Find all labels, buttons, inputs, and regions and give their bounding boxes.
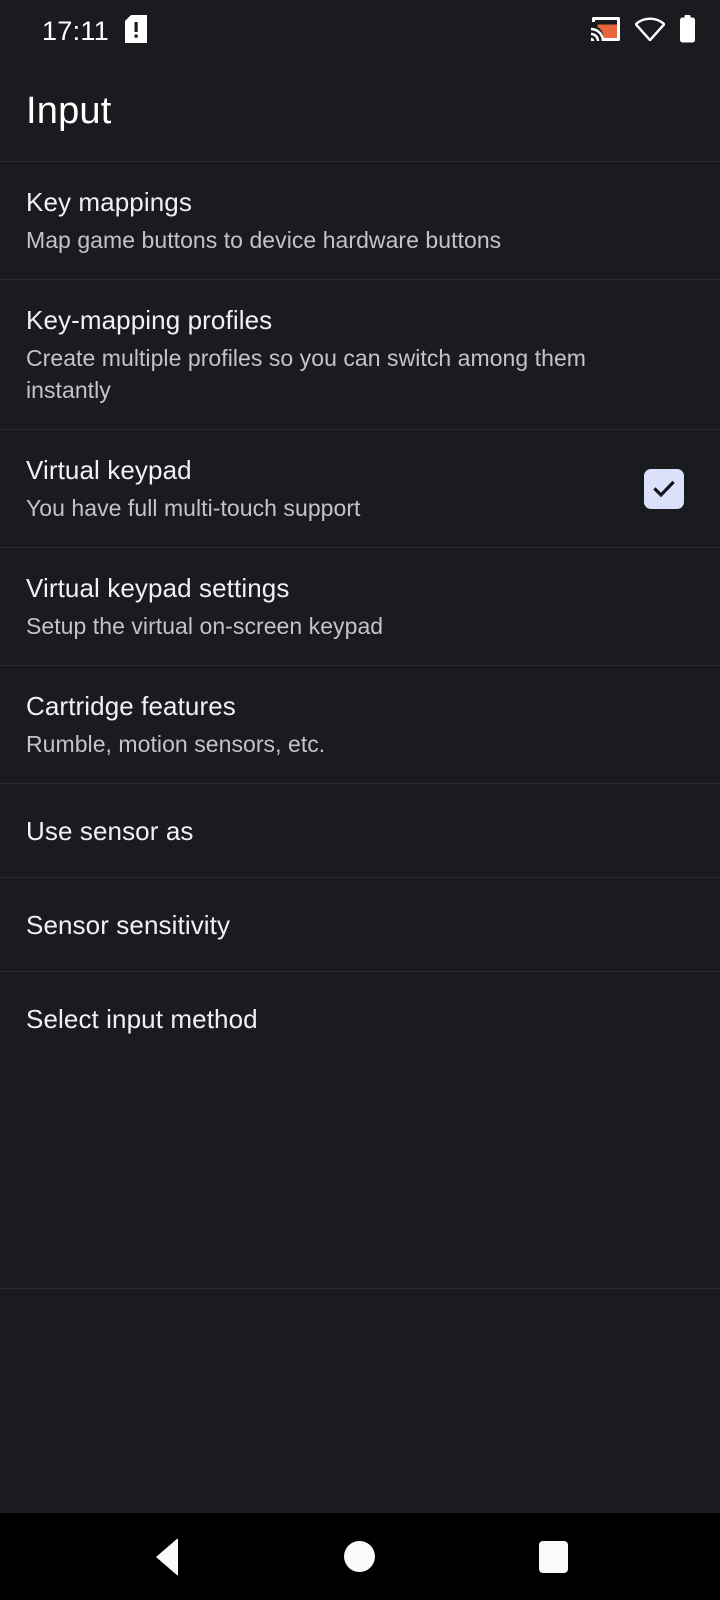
nav-back-button[interactable]	[119, 1513, 215, 1600]
list-item-text: Key mappings Map game buttons to device h…	[26, 186, 646, 257]
list-item[interactable]: Sensor sensitivity	[0, 876, 720, 971]
recents-square-icon	[538, 1540, 568, 1573]
list-item[interactable]: Use sensor as	[0, 782, 720, 877]
list-item-text: Use sensor as	[26, 815, 646, 848]
nav-home-button[interactable]	[312, 1513, 408, 1600]
settings-list: Key mappings Map game buttons to device h…	[0, 161, 720, 1289]
status-bar-left: 17:11	[42, 14, 148, 48]
sim-card-alert-icon	[125, 14, 148, 48]
list-item-title: Cartridge features	[26, 690, 236, 721]
list-item-title: Use sensor as	[26, 815, 194, 846]
cast-icon	[591, 16, 621, 47]
system-navigation-bar	[0, 1513, 720, 1600]
list-item-title: Key-mapping profiles	[26, 305, 273, 335]
battery-icon	[679, 14, 696, 48]
home-circle-icon	[344, 1541, 376, 1573]
list-item-text: Cartridge features Rumble, motion sensors…	[26, 690, 646, 761]
list-item-text: Select input method	[26, 1003, 646, 1036]
list-item-text: Virtual keypad settings Setup the virtual…	[26, 572, 646, 643]
list-item[interactable]: Virtual keypad You have full multi-touch …	[0, 428, 720, 547]
list-item-subtitle: Map game buttons to device hardware butt…	[26, 227, 502, 254]
status-bar: 17:11	[0, 0, 720, 62]
phone-screen: 17:11 Input Key mappings Map game button…	[0, 0, 720, 1600]
list-item-subtitle: Create multiple profiles so you can swit…	[26, 345, 587, 403]
checkmark-icon	[653, 480, 675, 498]
empty-space	[0, 1289, 720, 1514]
page-title: Input	[26, 90, 112, 132]
list-item-title: Virtual keypad	[26, 454, 192, 485]
list-item-text: Virtual keypad You have full multi-touch …	[26, 454, 644, 525]
list-item-title: Sensor sensitivity	[26, 909, 231, 940]
nav-recents-button[interactable]	[505, 1513, 601, 1600]
list-item-title: Select input method	[26, 1003, 258, 1034]
list-item-subtitle: Rumble, motion sensors, etc.	[26, 731, 326, 757]
list-item-title: Key mappings	[26, 187, 192, 217]
list-item-subtitle: Setup the virtual on-screen keypad	[26, 613, 384, 639]
list-item-text: Key-mapping profiles Create multiple prof…	[26, 304, 646, 407]
list-item-subtitle: You have full multi-touch support	[26, 495, 361, 521]
list-item[interactable]: Virtual keypad settings Setup the virtual…	[0, 546, 720, 665]
status-clock: 17:11	[42, 15, 110, 46]
list-item[interactable]: Key mappings Map game buttons to device h…	[0, 161, 720, 279]
status-bar-right	[591, 14, 696, 48]
list-item[interactable]: Key-mapping profiles Create multiple prof…	[0, 279, 720, 429]
wifi-icon	[634, 17, 666, 46]
list-item[interactable]: Cartridge features Rumble, motion sensors…	[0, 664, 720, 783]
list-item-text: Sensor sensitivity	[26, 909, 646, 942]
checkbox-virtual-keypad[interactable]	[644, 469, 684, 510]
back-triangle-icon	[155, 1537, 178, 1576]
page-title-container: Input	[0, 62, 720, 161]
list-item[interactable]: Select input method	[0, 970, 720, 1065]
list-item-title: Virtual keypad settings	[26, 572, 290, 603]
